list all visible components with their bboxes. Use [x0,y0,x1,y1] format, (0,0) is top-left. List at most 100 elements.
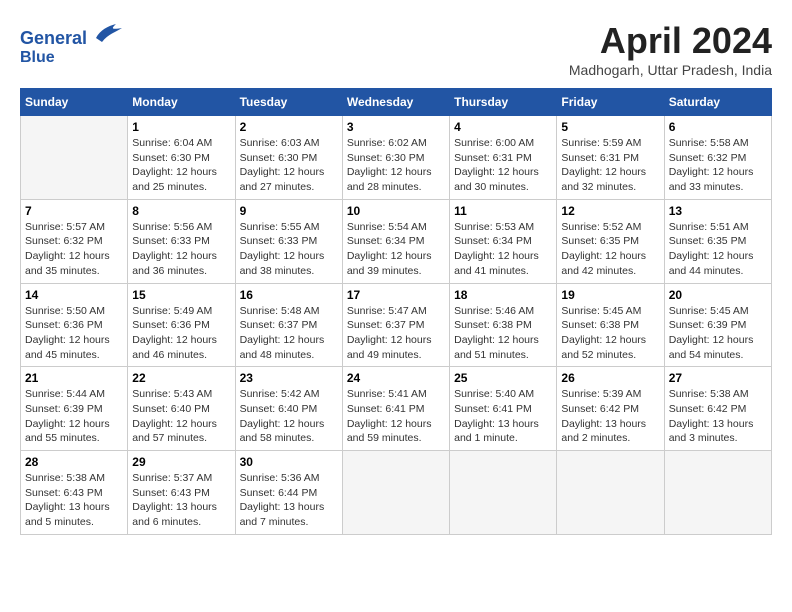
day-info: Sunrise: 5:36 AM Sunset: 6:44 PM Dayligh… [240,471,338,530]
calendar-cell: 15 Sunrise: 5:49 AM Sunset: 6:36 PM Dayli… [128,283,235,367]
day-number: 1 [132,120,230,134]
day-number: 19 [561,288,659,302]
weekday-header: Wednesday [342,89,449,116]
calendar-cell: 4 Sunrise: 6:00 AM Sunset: 6:31 PM Daylig… [450,116,557,200]
day-number: 10 [347,204,445,218]
calendar-cell: 29Sunrise: 5:37 AM Sunset: 6:43 PM Dayli… [128,451,235,535]
day-info: Sunrise: 5:47 AM Sunset: 6:37 PM Dayligh… [347,304,445,363]
calendar-cell [21,116,128,200]
day-number: 27 [669,371,767,385]
calendar-cell: 2 Sunrise: 6:03 AM Sunset: 6:30 PM Daylig… [235,116,342,200]
day-info: Sunrise: 5:39 AM Sunset: 6:42 PM Dayligh… [561,387,659,446]
day-info: Sunrise: 5:51 AM Sunset: 6:35 PM Dayligh… [669,220,767,279]
day-number: 13 [669,204,767,218]
title-block: April 2024 Madhogarh, Uttar Pradesh, Ind… [569,20,772,78]
day-info: Sunrise: 6:04 AM Sunset: 6:30 PM Dayligh… [132,136,230,195]
calendar-cell: 12 Sunrise: 5:52 AM Sunset: 6:35 PM Dayli… [557,199,664,283]
day-info: Sunrise: 5:40 AM Sunset: 6:41 PM Dayligh… [454,387,552,446]
logo-blue: Blue [20,49,122,67]
calendar-cell: 11 Sunrise: 5:53 AM Sunset: 6:34 PM Dayli… [450,199,557,283]
calendar-cell: 9 Sunrise: 5:55 AM Sunset: 6:33 PM Daylig… [235,199,342,283]
logo-general: General [20,28,87,48]
calendar-cell: 14 Sunrise: 5:50 AM Sunset: 6:36 PM Dayli… [21,283,128,367]
calendar-table: SundayMondayTuesdayWednesdayThursdayFrid… [20,88,772,535]
day-info: Sunrise: 5:45 AM Sunset: 6:38 PM Dayligh… [561,304,659,363]
calendar-week-row: 7Sunrise: 5:57 AM Sunset: 6:32 PM Daylig… [21,199,772,283]
day-number: 17 [347,288,445,302]
day-number: 21 [25,371,123,385]
day-info: Sunrise: 5:37 AM Sunset: 6:43 PM Dayligh… [132,471,230,530]
weekday-header: Tuesday [235,89,342,116]
calendar-cell: 30 Sunrise: 5:36 AM Sunset: 6:44 PM Dayli… [235,451,342,535]
calendar-cell: 24 Sunrise: 5:41 AM Sunset: 6:41 PM Dayli… [342,367,449,451]
weekday-header: Friday [557,89,664,116]
weekday-header: Saturday [664,89,771,116]
day-number: 24 [347,371,445,385]
day-info: Sunrise: 5:49 AM Sunset: 6:36 PM Dayligh… [132,304,230,363]
day-number: 2 [240,120,338,134]
day-info: Sunrise: 5:44 AM Sunset: 6:39 PM Dayligh… [25,387,123,446]
day-number: 5 [561,120,659,134]
calendar-header-row: SundayMondayTuesdayWednesdayThursdayFrid… [21,89,772,116]
day-info: Sunrise: 5:50 AM Sunset: 6:36 PM Dayligh… [25,304,123,363]
day-number: 12 [561,204,659,218]
calendar-cell: 16Sunrise: 5:48 AM Sunset: 6:37 PM Dayli… [235,283,342,367]
day-info: Sunrise: 6:02 AM Sunset: 6:30 PM Dayligh… [347,136,445,195]
calendar-cell: 20 Sunrise: 5:45 AM Sunset: 6:39 PM Dayli… [664,283,771,367]
calendar-week-row: 28 Sunrise: 5:38 AM Sunset: 6:43 PM Dayli… [21,451,772,535]
day-info: Sunrise: 5:42 AM Sunset: 6:40 PM Dayligh… [240,387,338,446]
day-info: Sunrise: 5:53 AM Sunset: 6:34 PM Dayligh… [454,220,552,279]
calendar-week-row: 21 Sunrise: 5:44 AM Sunset: 6:39 PM Dayli… [21,367,772,451]
calendar-week-row: 14 Sunrise: 5:50 AM Sunset: 6:36 PM Dayli… [21,283,772,367]
calendar-cell: 25 Sunrise: 5:40 AM Sunset: 6:41 PM Dayli… [450,367,557,451]
day-number: 25 [454,371,552,385]
calendar-cell: 19 Sunrise: 5:45 AM Sunset: 6:38 PM Dayli… [557,283,664,367]
day-info: Sunrise: 5:46 AM Sunset: 6:38 PM Dayligh… [454,304,552,363]
day-info: Sunrise: 5:56 AM Sunset: 6:33 PM Dayligh… [132,220,230,279]
logo-text: General [20,20,122,49]
day-number: 23 [240,371,338,385]
calendar-cell: 18 Sunrise: 5:46 AM Sunset: 6:38 PM Dayli… [450,283,557,367]
day-info: Sunrise: 5:55 AM Sunset: 6:33 PM Dayligh… [240,220,338,279]
day-info: Sunrise: 5:57 AM Sunset: 6:32 PM Dayligh… [25,220,123,279]
day-number: 4 [454,120,552,134]
month-title: April 2024 [569,20,772,62]
calendar-cell: 17 Sunrise: 5:47 AM Sunset: 6:37 PM Dayli… [342,283,449,367]
calendar-cell: 3Sunrise: 6:02 AM Sunset: 6:30 PM Daylig… [342,116,449,200]
logo-bird-icon [94,20,122,44]
weekday-header: Monday [128,89,235,116]
day-info: Sunrise: 5:52 AM Sunset: 6:35 PM Dayligh… [561,220,659,279]
day-info: Sunrise: 5:59 AM Sunset: 6:31 PM Dayligh… [561,136,659,195]
day-number: 15 [132,288,230,302]
calendar-cell: 26 Sunrise: 5:39 AM Sunset: 6:42 PM Dayli… [557,367,664,451]
day-number: 20 [669,288,767,302]
day-number: 26 [561,371,659,385]
calendar-cell: 21 Sunrise: 5:44 AM Sunset: 6:39 PM Dayli… [21,367,128,451]
page-header: General Blue April 2024 Madhogarh, Uttar… [20,20,772,78]
calendar-body: 1 Sunrise: 6:04 AM Sunset: 6:30 PM Daylig… [21,116,772,535]
day-number: 30 [240,455,338,469]
weekday-header: Sunday [21,89,128,116]
day-number: 22 [132,371,230,385]
day-number: 6 [669,120,767,134]
calendar-cell: 10 Sunrise: 5:54 AM Sunset: 6:34 PM Dayli… [342,199,449,283]
day-number: 11 [454,204,552,218]
day-info: Sunrise: 5:54 AM Sunset: 6:34 PM Dayligh… [347,220,445,279]
day-info: Sunrise: 5:41 AM Sunset: 6:41 PM Dayligh… [347,387,445,446]
day-info: Sunrise: 6:03 AM Sunset: 6:30 PM Dayligh… [240,136,338,195]
day-info: Sunrise: 5:38 AM Sunset: 6:42 PM Dayligh… [669,387,767,446]
calendar-cell [664,451,771,535]
day-info: Sunrise: 6:00 AM Sunset: 6:31 PM Dayligh… [454,136,552,195]
calendar-cell: 7Sunrise: 5:57 AM Sunset: 6:32 PM Daylig… [21,199,128,283]
day-number: 9 [240,204,338,218]
day-number: 18 [454,288,552,302]
day-number: 8 [132,204,230,218]
day-info: Sunrise: 5:38 AM Sunset: 6:43 PM Dayligh… [25,471,123,530]
day-number: 28 [25,455,123,469]
day-info: Sunrise: 5:43 AM Sunset: 6:40 PM Dayligh… [132,387,230,446]
day-number: 14 [25,288,123,302]
day-info: Sunrise: 5:45 AM Sunset: 6:39 PM Dayligh… [669,304,767,363]
calendar-cell: 27 Sunrise: 5:38 AM Sunset: 6:42 PM Dayli… [664,367,771,451]
day-info: Sunrise: 5:48 AM Sunset: 6:37 PM Dayligh… [240,304,338,363]
calendar-cell: 23 Sunrise: 5:42 AM Sunset: 6:40 PM Dayli… [235,367,342,451]
